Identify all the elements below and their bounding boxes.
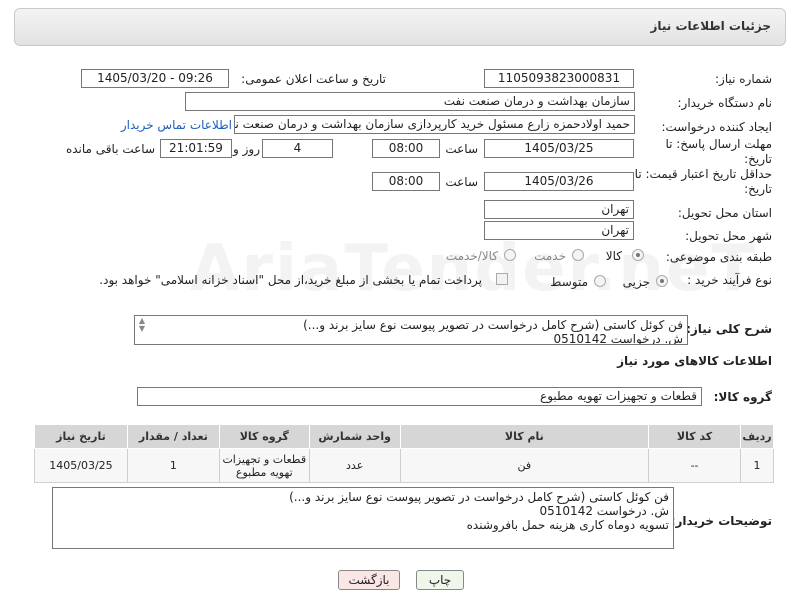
- price-time-field: 08:00: [372, 172, 440, 191]
- col-row: ردیف: [739, 424, 775, 449]
- process-type-label: نوع فرآیند خرید :: [687, 273, 772, 287]
- province-label: استان محل تحویل:: [677, 206, 772, 220]
- response-time-word: ساعت: [445, 142, 478, 156]
- price-time-word: ساعت: [445, 175, 478, 189]
- price-validity-label: حداقل تاریخ اعتبار قیمت: تا تاریخ:: [634, 167, 772, 196]
- cell-goods-name: فن: [399, 448, 650, 483]
- cell-need-date: 1405/03/25: [34, 448, 128, 483]
- cell-row: 1: [739, 448, 775, 483]
- general-desc-text: فن کوئل کاستی (شرح کامل درخواست در تصویر…: [134, 315, 688, 345]
- time-left-field: 21:01:59: [160, 139, 232, 158]
- buyer-contact-link[interactable]: اطلاعات تماس خریدار: [121, 118, 232, 132]
- process-radio-minor[interactable]: [656, 275, 668, 287]
- response-date-field: 1405/03/25: [484, 139, 634, 158]
- category-goods-service-label: کالا/خدمت: [445, 249, 498, 263]
- category-goods-label: کالا: [605, 249, 622, 263]
- category-service-label: خدمت: [534, 249, 566, 263]
- buyer-org-label: نام دستگاه خریدار:: [677, 96, 773, 110]
- requester-field: حمید اولادحمزه زارع مسئول خرید کارپردازی…: [234, 115, 635, 134]
- goods-table-header: تاریخ نیاز تعداد / مقدار گروه کالا واحد …: [34, 424, 775, 449]
- col-goods-group: گروه کالا: [218, 424, 310, 449]
- print-button[interactable]: چاپ: [416, 570, 464, 590]
- scroll-arrows-icon[interactable]: ▲ ▼: [137, 317, 147, 341]
- category-radio-service[interactable]: [572, 249, 584, 261]
- goods-group-field: قطعات و تجهیزات تهویه مطبوع: [137, 387, 702, 406]
- city-field: تهران: [484, 221, 634, 240]
- cell-quantity: 1: [126, 448, 220, 483]
- category-label: طبقه بندی موضوعی:: [665, 250, 772, 264]
- cell-goods-group: قطعات و تجهیزات تهویه مطبوع: [218, 448, 310, 483]
- general-desc-label: شرح کلی نیاز:: [686, 322, 772, 336]
- page-title: جزئیات اطلاعات نیاز: [650, 19, 771, 33]
- response-time-field: 08:00: [372, 139, 440, 158]
- price-date-field: 1405/03/26: [484, 172, 634, 191]
- col-unit: واحد شمارش: [308, 424, 401, 449]
- buyer-notes-text: فن کوئل کاستی (شرح کامل درخواست در تصویر…: [52, 487, 674, 549]
- announce-datetime-label: تاریخ و ساعت اعلان عمومی:: [241, 72, 386, 86]
- buyer-org-field: سازمان بهداشت و درمان صنعت نفت: [185, 92, 635, 111]
- process-minor-label: جزیی: [622, 275, 650, 289]
- requester-label: ایجاد کننده درخواست:: [661, 120, 772, 134]
- category-radio-goods[interactable]: [632, 249, 644, 261]
- cell-unit: عدد: [308, 448, 401, 483]
- process-radio-medium[interactable]: [594, 275, 606, 287]
- province-field: تهران: [484, 200, 634, 219]
- header-panel: جزئیات اطلاعات نیاز: [14, 8, 786, 46]
- need-number-label: شماره نیاز:: [715, 72, 772, 86]
- category-radio-goods-service[interactable]: [504, 249, 516, 261]
- days-word: روز و: [233, 142, 260, 156]
- back-button[interactable]: بازگشت: [338, 570, 400, 590]
- treasury-payment-note: پرداخت تمام یا بخشی از مبلغ خرید،از محل …: [99, 273, 482, 287]
- col-goods-code: کد کالا: [648, 424, 741, 449]
- process-medium-label: متوسط: [550, 275, 588, 289]
- table-row: 1405/03/25 1 قطعات و تجهیزات تهویه مطبوع…: [34, 448, 775, 483]
- goods-group-label: گروه کالا:: [713, 390, 772, 404]
- col-need-date: تاریخ نیاز: [34, 424, 128, 449]
- treasury-payment-checkbox[interactable]: [496, 273, 508, 285]
- city-label: شهر محل تحویل:: [685, 229, 772, 243]
- col-quantity: تعداد / مقدار: [126, 424, 220, 449]
- goods-info-title: اطلاعات کالاهای مورد نیاز: [617, 354, 772, 368]
- buyer-notes-label: توضیحات خریدار:: [670, 514, 772, 528]
- goods-table: تاریخ نیاز تعداد / مقدار گروه کالا واحد …: [34, 424, 775, 483]
- announce-datetime-field: 1405/03/20 - 09:26: [81, 69, 229, 88]
- response-deadline-label: مهلت ارسال پاسخ: تا تاریخ:: [665, 137, 772, 166]
- need-number-field: 1105093823000831: [484, 69, 634, 88]
- remaining-word: ساعت باقی مانده: [65, 142, 155, 156]
- cell-goods-code: --: [648, 448, 741, 483]
- col-goods-name: نام کالا: [399, 424, 650, 449]
- watermark: AriaTender.neT: [190, 232, 757, 306]
- days-left-field: 4: [262, 139, 333, 158]
